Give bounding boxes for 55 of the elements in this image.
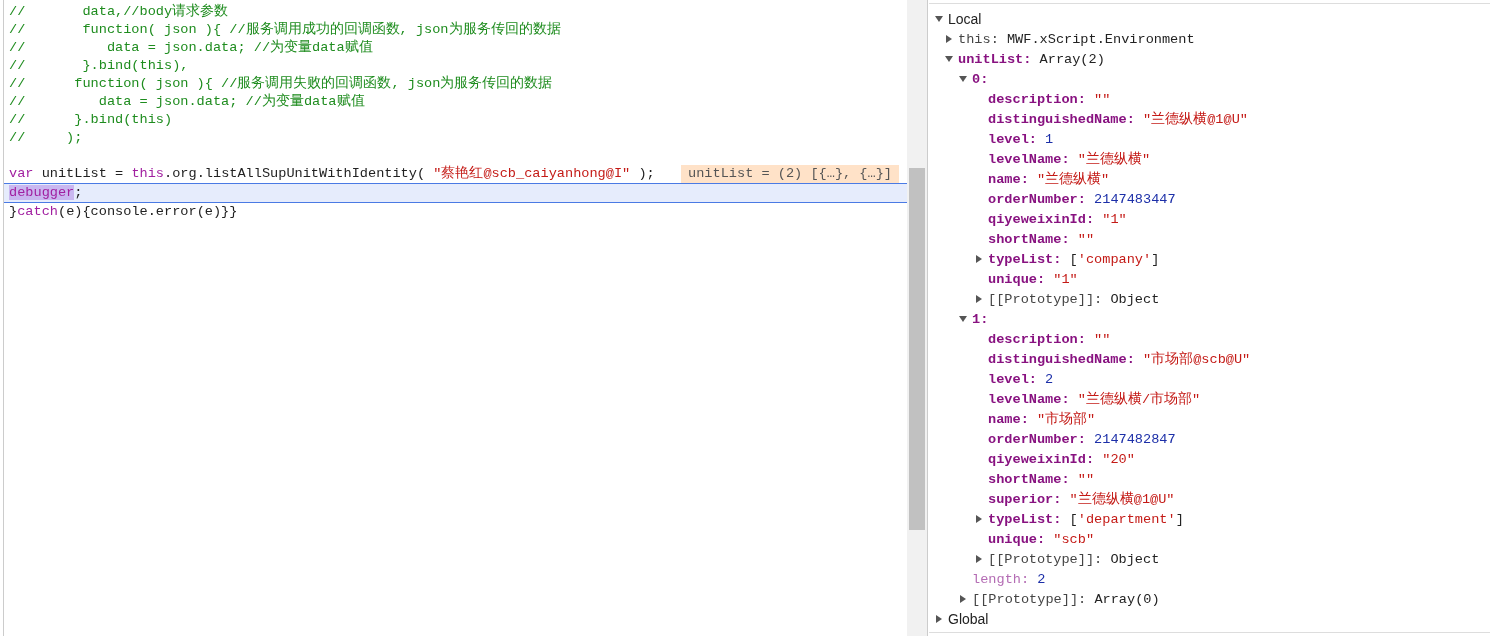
property-text[interactable]: [[Prototype]]: Array(0): [972, 591, 1160, 607]
property-text[interactable]: [[Prototype]]: Object: [988, 291, 1160, 307]
property-text[interactable]: shortName: "": [988, 471, 1095, 487]
code-text: // function( json ){ //服务调用成功的回调函数, json为服务传回的数据: [9, 21, 561, 39]
expand-triangle-icon[interactable]: [975, 295, 983, 303]
code-text: // data,//body请求参数: [9, 3, 229, 21]
property-text[interactable]: orderNumber: 2147482847: [988, 431, 1176, 447]
code-text: // data = json.data; //为变量data赋值: [9, 93, 365, 111]
code-text: // );: [9, 129, 83, 147]
property-text[interactable]: qiyeweixinId: "20": [988, 451, 1135, 467]
property-text[interactable]: 0:: [972, 71, 989, 87]
code-text: // data = json.data; //为变量data赋值: [9, 39, 373, 57]
property-text[interactable]: description: "": [988, 331, 1111, 347]
property-text[interactable]: Global: [948, 610, 989, 628]
property-text[interactable]: qiyeweixinId: "1": [988, 211, 1127, 227]
property-text[interactable]: level: 2: [988, 371, 1054, 387]
code-text: // }.bind(this),: [9, 57, 189, 75]
property-text[interactable]: Local: [948, 10, 982, 28]
property-text[interactable]: unique: "1": [988, 271, 1078, 287]
property-text[interactable]: distinguishedName: "兰德纵横@1@U": [988, 110, 1248, 128]
code-text: debugger;: [9, 184, 83, 202]
inline-value: unitList = (2) [{…}, {…}]: [681, 165, 899, 183]
property-text[interactable]: typeList: ['department']: [988, 511, 1184, 527]
expand-triangle-icon[interactable]: [975, 255, 983, 263]
expand-triangle-icon[interactable]: [935, 615, 943, 623]
code-text: // }.bind(this): [9, 111, 173, 129]
property-text[interactable]: typeList: ['company']: [988, 251, 1160, 267]
code-text: }catch(e){console.error(e)}}: [9, 203, 238, 221]
property-text[interactable]: description: "": [988, 91, 1111, 107]
property-text[interactable]: distinguishedName: "市场部@scb@U": [988, 350, 1251, 368]
expand-triangle-icon[interactable]: [975, 515, 983, 523]
property-text[interactable]: name: "兰德纵横": [988, 170, 1110, 188]
property-text[interactable]: 1:: [972, 311, 989, 327]
property-text[interactable]: length: 2: [972, 571, 1046, 587]
collapse-triangle-icon[interactable]: [959, 315, 967, 323]
collapse-triangle-icon[interactable]: [945, 55, 953, 63]
property-text[interactable]: levelName: "兰德纵横": [988, 150, 1151, 168]
expand-triangle-icon[interactable]: [945, 35, 953, 43]
collapse-triangle-icon[interactable]: [935, 15, 943, 23]
property-text[interactable]: unique: "scb": [988, 531, 1095, 547]
collapse-triangle-icon[interactable]: [959, 75, 967, 83]
property-text[interactable]: orderNumber: 2147483447: [988, 191, 1176, 207]
property-text[interactable]: name: "市场部": [988, 410, 1096, 428]
property-text[interactable]: level: 1: [988, 131, 1054, 147]
expand-triangle-icon[interactable]: [959, 595, 967, 603]
expand-triangle-icon[interactable]: [975, 555, 983, 563]
property-text[interactable]: shortName: "": [988, 231, 1095, 247]
code-text: // function( json ){ //服务调用失败的回调函数, json为服务传回的数据: [9, 75, 553, 93]
property-text[interactable]: unitList: Array(2): [958, 51, 1105, 67]
property-text[interactable]: superior: "兰德纵横@1@U": [988, 490, 1175, 508]
property-text[interactable]: this: MWF.xScript.Environment: [958, 31, 1195, 47]
property-text[interactable]: [[Prototype]]: Object: [988, 551, 1160, 567]
code-text: var unitList = this.org.listAllSupUnitWithIdentity( "蔡艳红@scb_caiyanhong@I" );: [9, 165, 655, 183]
property-text[interactable]: levelName: "兰德纵横/市场部": [988, 390, 1201, 408]
scrollbar-thumb[interactable]: [909, 168, 925, 530]
